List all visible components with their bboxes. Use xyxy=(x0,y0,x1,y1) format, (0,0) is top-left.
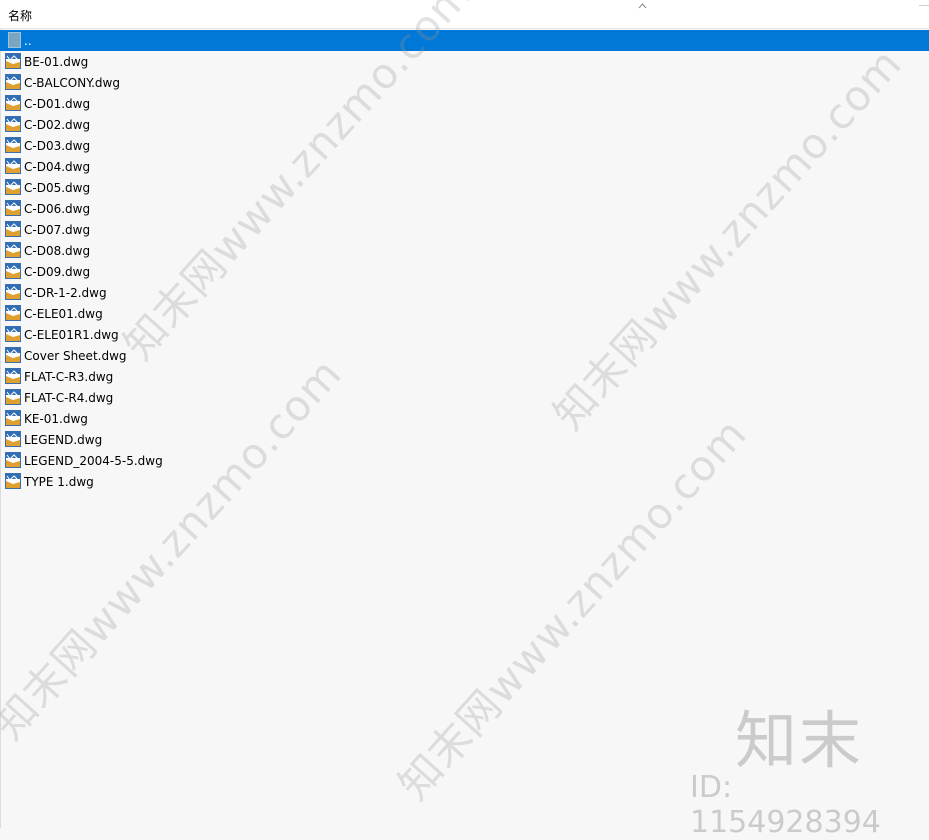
file-row[interactable]: C-D07.dwg xyxy=(0,219,929,240)
file-name: TYPE 1.dwg xyxy=(24,475,94,489)
dwg-file-icon xyxy=(5,53,21,69)
file-name: C-DR-1-2.dwg xyxy=(24,286,107,300)
dwg-file-icon xyxy=(5,473,21,489)
file-row[interactable]: C-D03.dwg xyxy=(0,135,929,156)
file-name: FLAT-C-R3.dwg xyxy=(24,370,114,384)
dwg-file-icon xyxy=(5,368,21,384)
file-row[interactable]: C-ELE01.dwg xyxy=(0,303,929,324)
file-name: C-D04.dwg xyxy=(24,160,91,174)
file-name: C-D03.dwg xyxy=(24,139,91,153)
file-row[interactable]: LEGEND.dwg xyxy=(0,429,929,450)
dwg-file-icon xyxy=(5,137,21,153)
file-row[interactable]: LEGEND_2004-5-5.dwg xyxy=(0,450,929,471)
file-name: C-D02.dwg xyxy=(24,118,91,132)
file-row[interactable]: KE-01.dwg xyxy=(0,408,929,429)
file-name: C-D05.dwg xyxy=(24,181,91,195)
file-name: C-ELE01.dwg xyxy=(24,307,103,321)
dwg-file-icon xyxy=(5,284,21,300)
chevron-up-icon[interactable] xyxy=(638,3,647,9)
dwg-file-icon xyxy=(5,326,21,342)
file-row[interactable]: C-D02.dwg xyxy=(0,114,929,135)
dwg-file-icon xyxy=(5,263,21,279)
watermark-id: ID: 1154928394 xyxy=(690,770,881,840)
file-name: C-ELE01R1.dwg xyxy=(24,328,119,342)
file-name: FLAT-C-R4.dwg xyxy=(24,391,114,405)
file-row[interactable]: C-D08.dwg xyxy=(0,240,929,261)
dwg-file-icon xyxy=(5,221,21,237)
parent-folder-icon xyxy=(8,32,21,48)
header-divider xyxy=(919,0,929,6)
file-name: C-D01.dwg xyxy=(24,97,91,111)
dwg-file-icon xyxy=(5,158,21,174)
watermark-logo: 知末 xyxy=(735,704,864,777)
file-row[interactable]: BE-01.dwg xyxy=(0,51,929,72)
file-name: C-D07.dwg xyxy=(24,223,91,237)
file-row[interactable]: C-D05.dwg xyxy=(0,177,929,198)
parent-folder-row[interactable]: .. xyxy=(0,30,929,51)
file-name: C-D06.dwg xyxy=(24,202,91,216)
file-row[interactable]: C-D01.dwg xyxy=(0,93,929,114)
file-name: C-D09.dwg xyxy=(24,265,91,279)
dwg-file-icon xyxy=(5,410,21,426)
file-row[interactable]: C-BALCONY.dwg xyxy=(0,72,929,93)
dwg-file-icon xyxy=(5,389,21,405)
file-row[interactable]: Cover Sheet.dwg xyxy=(0,345,929,366)
dwg-file-icon xyxy=(5,95,21,111)
file-row[interactable]: FLAT-C-R4.dwg xyxy=(0,387,929,408)
dwg-file-icon xyxy=(5,452,21,468)
file-list: .. BE-01.dwg C-BALCONY.dwg C-D01.dwg C-D02.… xyxy=(0,30,929,492)
file-row[interactable]: FLAT-C-R3.dwg xyxy=(0,366,929,387)
file-row[interactable]: C-DR-1-2.dwg xyxy=(0,282,929,303)
dwg-file-icon xyxy=(5,116,21,132)
dwg-file-icon xyxy=(5,242,21,258)
dwg-file-icon xyxy=(5,179,21,195)
file-name: KE-01.dwg xyxy=(24,412,88,426)
dwg-file-icon xyxy=(5,74,21,90)
file-name: C-BALCONY.dwg xyxy=(24,76,120,90)
file-name: LEGEND.dwg xyxy=(24,433,103,447)
file-name: Cover Sheet.dwg xyxy=(24,349,127,363)
parent-folder-label: .. xyxy=(24,34,32,48)
file-row[interactable]: C-D09.dwg xyxy=(0,261,929,282)
dwg-file-icon xyxy=(5,431,21,447)
file-name: C-D08.dwg xyxy=(24,244,91,258)
file-row[interactable]: C-D06.dwg xyxy=(0,198,929,219)
dwg-file-icon xyxy=(5,200,21,216)
column-header: 名称 xyxy=(0,0,929,29)
file-name: LEGEND_2004-5-5.dwg xyxy=(24,454,163,468)
column-name-header[interactable]: 名称 xyxy=(8,9,32,23)
file-row[interactable]: C-D04.dwg xyxy=(0,156,929,177)
dwg-file-icon xyxy=(5,347,21,363)
dwg-file-icon xyxy=(5,305,21,321)
file-row[interactable]: TYPE 1.dwg xyxy=(0,471,929,492)
file-name: BE-01.dwg xyxy=(24,55,89,69)
file-row[interactable]: C-ELE01R1.dwg xyxy=(0,324,929,345)
